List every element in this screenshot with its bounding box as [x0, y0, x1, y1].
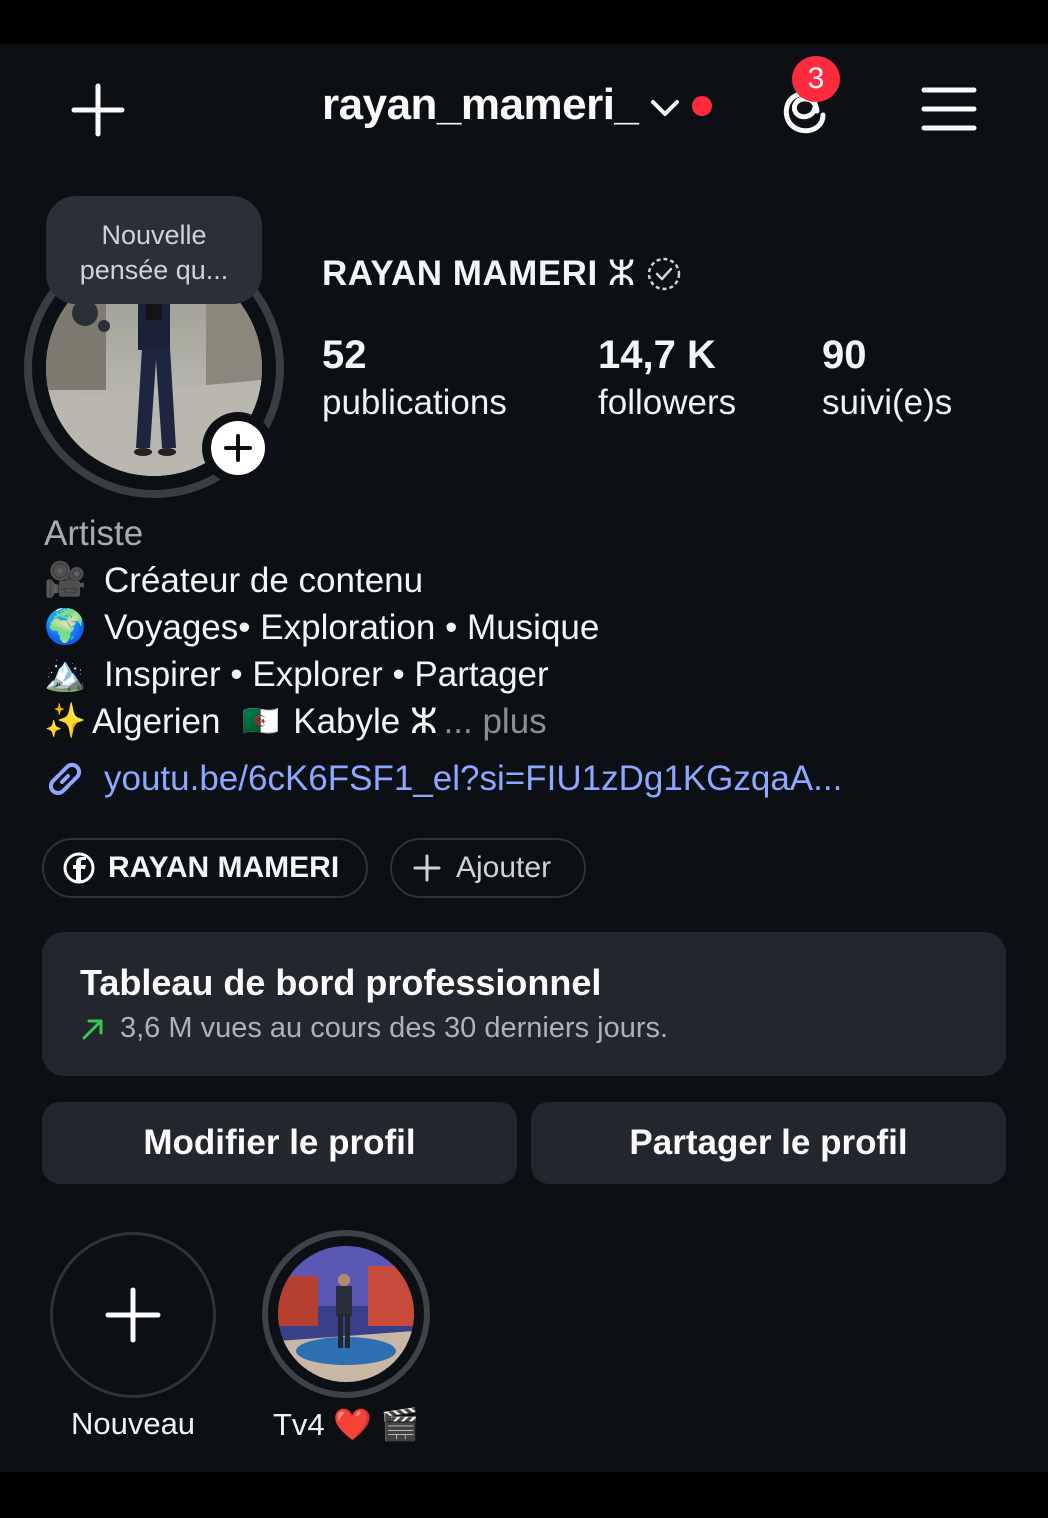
dashboard-subtitle: 3,6 M vues au cours des 30 derniers jour… [120, 1012, 669, 1044]
facebook-profile-pill[interactable]: RAYAN MAMERI [42, 838, 368, 898]
bio-text: Voyages• Exploration • Musique [104, 608, 600, 647]
plus-icon [211, 421, 265, 475]
facebook-icon [63, 852, 95, 884]
highlight-cover-image [278, 1246, 414, 1382]
bio-link[interactable]: youtu.be/6cK6FSF1_el?si=FIU1zDg1KGzqaA..… [42, 756, 842, 802]
highlight-tv4[interactable] [262, 1230, 430, 1398]
stat-publications[interactable]: 52 publications [322, 330, 507, 426]
plus-icon [105, 1287, 161, 1343]
add-pill-label: Ajouter [456, 851, 552, 884]
full-name: RAYAN MAMERI ⵣ [322, 254, 682, 294]
bio-emoji: 🌍 [44, 608, 87, 646]
bio: Artiste 🎥 Créateur de contenu 🌍 Voyages•… [44, 510, 1004, 745]
link-icon [48, 762, 82, 796]
facebook-pill-label: RAYAN MAMERI [108, 851, 340, 884]
add-story-button[interactable] [202, 412, 274, 484]
highlight-label: Tv4 ❤️ 🎬 [272, 1407, 420, 1442]
plus-icon [413, 854, 441, 882]
bio-text: Algerien [92, 702, 231, 741]
bio-emoji: 🏔️ [44, 655, 87, 693]
bottom-bar [0, 1472, 1048, 1518]
create-plus-icon[interactable] [68, 82, 128, 138]
highlight-label: Nouveau [70, 1406, 196, 1441]
bio-text: Kabyle ⵣ [283, 702, 438, 741]
dashboard-subtitle-row: 3,6 M vues au cours des 30 derniers jour… [80, 1012, 968, 1045]
edit-profile-button[interactable]: Modifier le profil [42, 1102, 517, 1184]
full-name-text: RAYAN MAMERI [322, 254, 598, 293]
bio-line: 🏔️ Inspirer • Explorer • Partager [44, 651, 1004, 698]
stat-label: publications [322, 383, 507, 422]
bio-category: Artiste [44, 514, 144, 553]
trend-up-icon [82, 1019, 103, 1039]
bio-line: ✨ Algerien 🇩🇿 Kabyle ⵣ ... plus [44, 698, 1004, 745]
stat-value: 14,7 K [598, 333, 716, 377]
bio-link-text: youtu.be/6cK6FSF1_el?si=FIU1zDg1KGzqaA..… [104, 759, 843, 798]
username: rayan_mameri_ [322, 80, 639, 129]
new-activity-dot [692, 96, 713, 116]
stat-followers[interactable]: 14,7 K followers [598, 330, 736, 426]
note-bubble[interactable]: Nouvelle pensée qu... [46, 196, 262, 304]
bio-emoji: 🎥 [44, 561, 87, 599]
chevron-down-icon [651, 100, 680, 116]
stat-value: 90 [822, 333, 867, 377]
amazigh-symbol: ⵣ [607, 254, 636, 293]
dashboard-title: Tableau de bord professionnel [80, 962, 602, 1003]
account-switcher[interactable]: rayan_mameri_ [322, 80, 713, 130]
note-bubble-tail-small [98, 320, 110, 332]
share-profile-button[interactable]: Partager le profil [531, 1102, 1006, 1184]
stat-label: followers [598, 383, 737, 422]
bio-text: Inspirer • Explorer • Partager [104, 655, 549, 694]
notification-badge: 3 [792, 56, 840, 102]
bio-more-link[interactable]: ... plus [444, 698, 547, 745]
menu-icon[interactable] [920, 84, 978, 134]
note-bubble-tail [72, 300, 98, 326]
bio-emoji: ✨ [44, 702, 87, 740]
bio-line: 🌍 Voyages• Exploration • Musique [44, 604, 1004, 651]
bio-line: 🎥 Créateur de contenu [44, 557, 1004, 604]
new-highlight-button[interactable] [50, 1232, 216, 1398]
stat-label: suivi(e)s [822, 383, 953, 422]
verified-check-icon [647, 257, 681, 291]
status-bar [0, 0, 1048, 44]
stat-value: 52 [322, 333, 367, 377]
bio-text: Créateur de contenu [104, 561, 424, 600]
professional-dashboard[interactable]: Tableau de bord professionnel 3,6 M vues… [42, 932, 1006, 1076]
stat-following[interactable]: 90 suivi(e)s [822, 330, 952, 426]
algeria-flag: 🇩🇿 [242, 705, 280, 738]
add-link-pill[interactable]: Ajouter [390, 838, 586, 898]
